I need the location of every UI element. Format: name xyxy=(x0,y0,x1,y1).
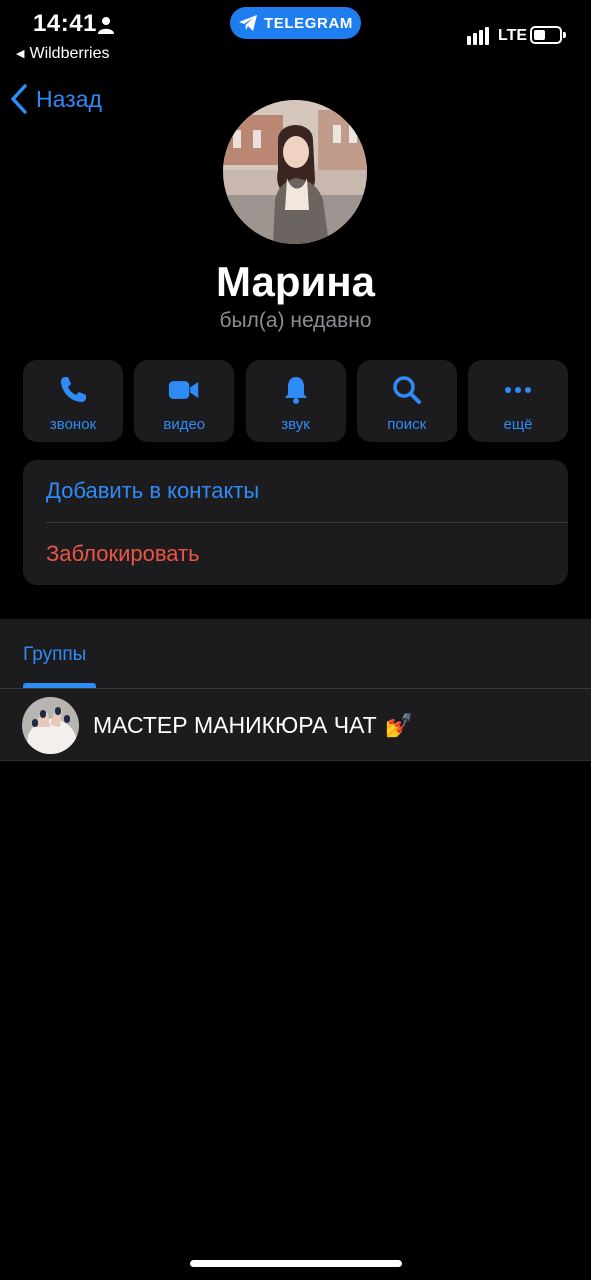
groups-section: Группы МАСТЕР МАНИКЮРА ЧАТ 💅 xyxy=(0,619,591,761)
telegram-plane-icon xyxy=(239,15,258,31)
more-label: ещё xyxy=(503,416,533,433)
battery-icon xyxy=(530,26,566,44)
video-camera-icon xyxy=(169,381,199,399)
block-user-button[interactable]: Заблокировать xyxy=(23,523,568,585)
back-label: Назад xyxy=(36,85,102,112)
group-avatar xyxy=(22,696,79,754)
video-button[interactable]: видео xyxy=(134,360,235,442)
back-button[interactable]: Назад xyxy=(10,84,102,114)
person-icon xyxy=(98,17,114,34)
profile-avatar[interactable] xyxy=(223,100,367,244)
signal-icon xyxy=(467,27,489,45)
status-time: 14:41 xyxy=(33,10,97,37)
tab-groups[interactable]: Группы xyxy=(23,644,86,666)
group-photo xyxy=(22,696,79,754)
contact-options-card: Добавить в контакты Заблокировать xyxy=(23,460,568,585)
phone-icon xyxy=(61,377,86,402)
call-button[interactable]: звонок xyxy=(23,360,123,442)
video-label: видео xyxy=(163,416,206,433)
battery-fill xyxy=(534,30,545,40)
group-list-item[interactable]: МАСТЕР МАНИКЮРА ЧАТ 💅 xyxy=(0,689,591,761)
search-button[interactable]: поиск xyxy=(356,360,457,442)
add-to-contacts-button[interactable]: Добавить в контакты xyxy=(23,460,568,522)
back-triangle-icon: ◀ xyxy=(16,48,25,60)
search-label: поиск xyxy=(387,416,427,433)
network-type: LTE xyxy=(498,27,528,44)
home-indicator[interactable] xyxy=(190,1260,402,1267)
back-app-label: Wildberries xyxy=(29,45,110,62)
profile-photo xyxy=(223,100,367,244)
profile-name: Марина xyxy=(215,258,376,305)
group-title: МАСТЕР МАНИКЮРА ЧАТ 💅 xyxy=(93,712,413,739)
nail-polish-emoji: 💅 xyxy=(384,711,414,738)
chevron-left-icon xyxy=(11,84,27,114)
telegram-pill-label: TELEGRAM xyxy=(264,14,353,32)
last-seen-status: был(а) недавно xyxy=(219,309,372,332)
action-buttons-row: звонок видео звук поиск ещё xyxy=(23,360,568,442)
more-dots-icon xyxy=(505,387,531,393)
more-button[interactable]: ещё xyxy=(468,360,568,442)
sound-label: звук xyxy=(281,416,310,433)
group-name-text: МАСТЕР МАНИКЮРА ЧАТ xyxy=(93,711,377,738)
sound-button[interactable]: звук xyxy=(245,360,346,442)
battery-nub xyxy=(563,32,566,38)
call-label: звонок xyxy=(49,416,97,433)
telegram-pill[interactable]: TELEGRAM xyxy=(230,7,361,39)
search-icon xyxy=(393,376,421,404)
divider xyxy=(0,760,591,761)
bell-icon xyxy=(284,377,307,404)
back-to-app-link[interactable]: ◀ Wildberries xyxy=(16,45,109,63)
